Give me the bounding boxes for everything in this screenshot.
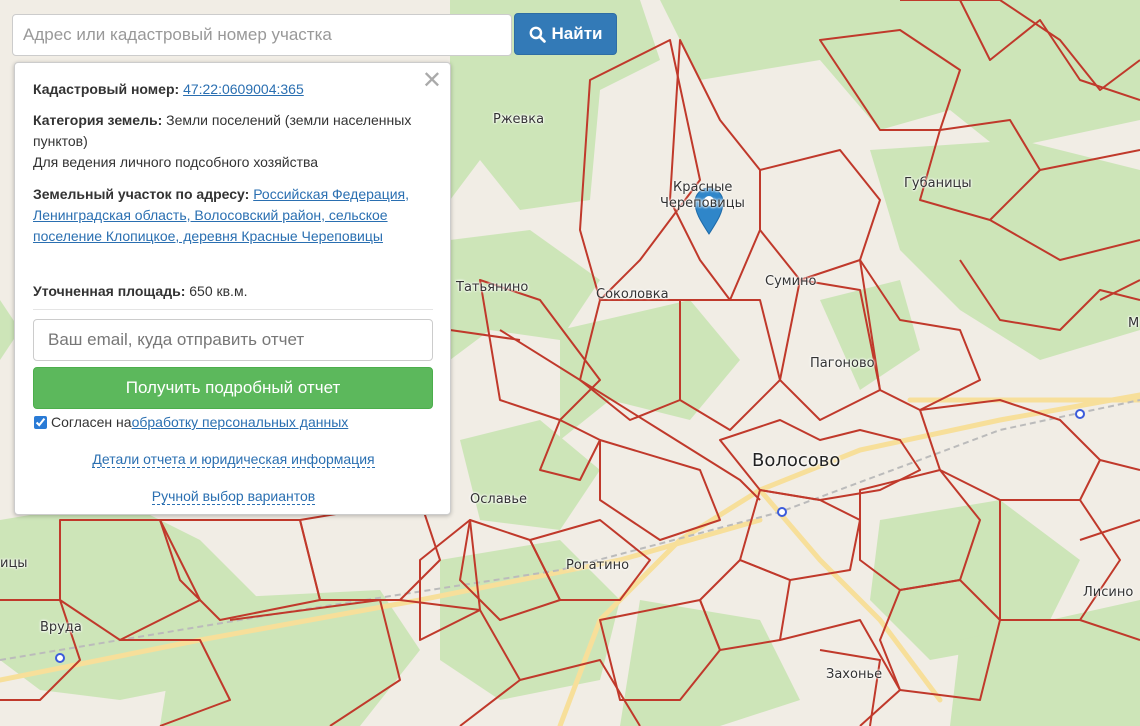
cadastral-row: Кадастровый номер: 47:22:0609004:365 <box>33 79 438 100</box>
area-value: 650 кв.м. <box>189 283 248 299</box>
manual-selection-link[interactable]: Ручной выбор вариантов <box>151 488 316 505</box>
search-icon <box>529 26 546 43</box>
agree-checkbox[interactable] <box>34 415 47 429</box>
place-label: Ославье <box>470 492 527 507</box>
details-link-row: Детали отчета и юридическая информация <box>15 451 452 468</box>
search-button[interactable]: Найти <box>514 13 617 55</box>
category-label: Категория земель: <box>33 112 163 128</box>
details-link[interactable]: Детали отчета и юридическая информация <box>92 451 375 468</box>
search-button-label: Найти <box>551 24 603 43</box>
area-row: Уточненная площадь: 650 кв.м. <box>33 281 438 302</box>
search-input[interactable] <box>12 14 512 56</box>
usage-value: Для ведения личного подсобного хозяйства <box>33 154 319 170</box>
place-label: Ржевка <box>493 112 545 127</box>
place-label: Пагоново <box>810 356 875 371</box>
agree-text: Согласен на <box>51 414 132 430</box>
cadastral-number-link[interactable]: 47:22:0609004:365 <box>183 81 304 97</box>
email-field[interactable] <box>33 319 433 361</box>
place-label: Череповицы <box>660 196 745 211</box>
place-label: Вруда <box>40 620 82 635</box>
category-row: Категория земель: Земли поселений (земли… <box>33 110 438 173</box>
address-row: Земельный участок по адресу: Российская … <box>33 184 438 247</box>
place-label: Рогатино <box>566 558 630 573</box>
parcel-info-popup: ✕ Кадастровый номер: 47:22:0609004:365 К… <box>14 62 451 515</box>
place-label: Сумино <box>765 274 817 289</box>
agree-checkbox-row[interactable]: Согласен на обработку персональных данных <box>33 414 348 430</box>
cadastral-label: Кадастровый номер: <box>33 81 180 97</box>
place-label: Татьянино <box>456 280 529 295</box>
manual-link-row: Ручной выбор вариантов <box>15 488 452 505</box>
address-label: Земельный участок по адресу: <box>33 186 250 202</box>
area-label: Уточненная площадь: <box>33 283 186 299</box>
get-report-button[interactable]: Получить подробный отчет <box>33 367 433 409</box>
place-label: Соколовка <box>596 287 669 302</box>
divider <box>33 309 433 310</box>
personal-data-link[interactable]: обработку персональных данных <box>132 414 349 430</box>
place-label: Захонье <box>826 667 883 682</box>
place-label: ицы <box>0 556 28 571</box>
place-label: Лисино <box>1083 585 1134 600</box>
place-label: Губаницы <box>904 176 972 191</box>
place-label-city: Волосово <box>752 450 841 471</box>
place-label: Красные <box>673 180 733 195</box>
place-label: М <box>1128 316 1140 331</box>
